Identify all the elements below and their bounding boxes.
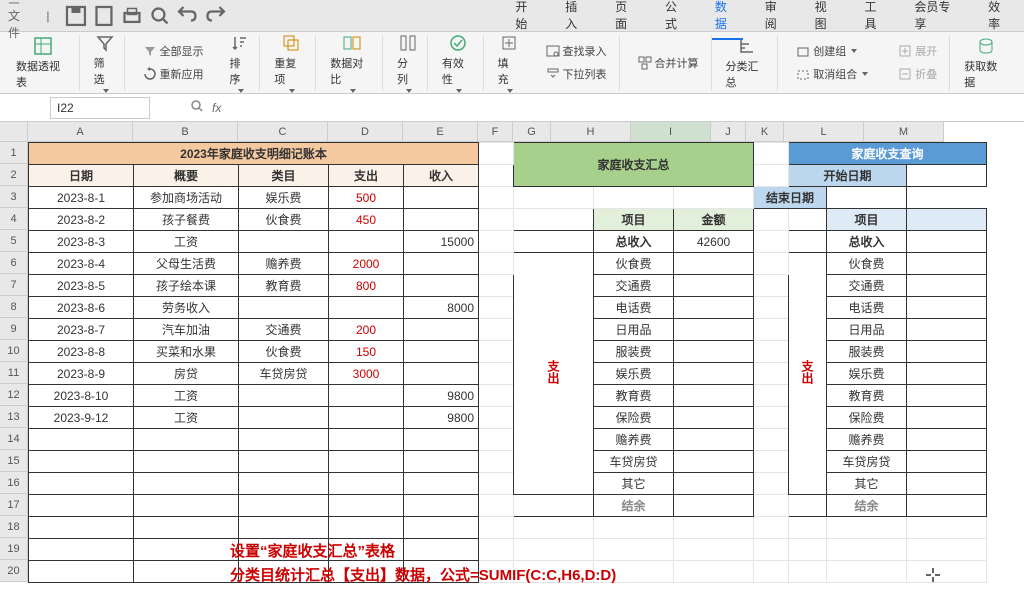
ribbon-consolidate[interactable]: 合并计算 [626,35,712,91]
name-box[interactable]: I22 [50,97,150,119]
row-header-14[interactable]: 14 [0,428,28,450]
ribbon-data-tools: 重复项 [266,35,316,91]
find-record-button[interactable]: 查找录入 [542,41,611,61]
ribbon-group-ops: 创建组 取消组合 [784,35,880,91]
cursor-icon [925,567,941,586]
ribbon: 数据透视表 筛选 全部显示 重新应用 排序 重复项 数据对比 分列 有效性 填充… [0,32,1024,94]
col-header-K[interactable]: K [746,122,784,142]
ribbon-validity[interactable]: 有效性 [434,35,484,91]
select-all-corner[interactable] [0,122,28,142]
redo-icon[interactable] [203,4,227,28]
col-header-M[interactable]: M [864,122,944,142]
collapse-button[interactable]: 折叠 [894,64,941,84]
col-header-A[interactable]: A [28,122,133,142]
row-header-18[interactable]: 18 [0,516,28,538]
ribbon-subtotal[interactable]: 分类汇总 [718,35,779,91]
row-header-15[interactable]: 15 [0,450,28,472]
row-header-13[interactable]: 13 [0,406,28,428]
ribbon-compare[interactable]: 数据对比 [322,35,383,91]
ribbon-filter-opts: 全部显示 重新应用 [131,35,216,91]
preview-icon[interactable] [148,4,172,28]
file-menu[interactable]: 三 文件 [8,4,32,28]
row-header-7[interactable]: 7 [0,274,28,296]
ribbon-pivot[interactable]: 数据透视表 [8,35,80,91]
ribbon-split[interactable]: 分列 [389,35,428,91]
row-header-8[interactable]: 8 [0,296,28,318]
duplicate-button[interactable]: 重复项 [274,33,307,93]
ribbon-sort[interactable]: 排序 [222,35,261,91]
col-header-J[interactable]: J [711,122,746,142]
col-header-C[interactable]: C [238,122,328,142]
expand-button[interactable]: 展开 [894,41,941,61]
ungroup-button[interactable]: 取消组合 [792,64,872,84]
row-header-2[interactable]: 2 [0,164,28,186]
col-header-H[interactable]: H [551,122,631,142]
row-header-19[interactable]: 19 [0,538,28,560]
column-headers: ABCDEFGHIJKLM [28,122,944,142]
row-header-11[interactable]: 11 [0,362,28,384]
spreadsheet: ABCDEFGHIJKLM 12345678910111213141516171… [0,122,1024,608]
row-header-5[interactable]: 5 [0,230,28,252]
ribbon-fill[interactable]: 填充 [490,35,528,91]
ribbon-get-data[interactable]: 获取数据 [956,35,1016,91]
row-header-20[interactable]: 20 [0,560,28,582]
row-header-12[interactable]: 12 [0,384,28,406]
save-icon[interactable] [64,4,88,28]
row-header-6[interactable]: 6 [0,252,28,274]
search-icon[interactable] [190,99,204,116]
print-icon[interactable] [120,4,144,28]
row-header-9[interactable]: 9 [0,318,28,340]
col-header-I[interactable]: I [631,122,711,142]
fx-label[interactable]: fx [212,101,221,115]
row-header-17[interactable]: 17 [0,494,28,516]
col-header-D[interactable]: D [328,122,403,142]
annotation-line2: 分类目统计汇总【支出】数据，公式=SUMIF(C:C,H6,D:D) [230,564,616,585]
dropdown-list-button[interactable]: 下拉列表 [542,64,611,84]
undo-icon[interactable] [176,4,200,28]
annotation-line1: 设置“家庭收支汇总”表格 [230,540,395,561]
show-all-button[interactable]: 全部显示 [139,41,208,61]
col-header-B[interactable]: B [133,122,238,142]
group-button[interactable]: 创建组 [792,41,872,61]
new-icon[interactable] [92,4,116,28]
col-header-F[interactable]: F [478,122,513,142]
row-header-16[interactable]: 16 [0,472,28,494]
filter-button[interactable]: 筛选 [94,33,116,93]
divider: | [36,4,60,28]
ribbon-expand-collapse: 展开 折叠 [886,35,950,91]
col-header-E[interactable]: E [403,122,478,142]
row-headers: 1234567891011121314151617181920 [0,142,28,582]
formula-bar: I22 fx [0,94,1024,122]
grid[interactable]: 2023年家庭收支明细记账本家庭收支汇总家庭收支查询日期概要类目支出收入开始日期… [28,142,987,583]
col-header-G[interactable]: G [513,122,551,142]
ribbon-record-group: 查找录入 下拉列表 [534,35,620,91]
formula-input[interactable] [229,97,929,119]
ribbon-filter-group: 筛选 [86,35,125,91]
row-header-3[interactable]: 3 [0,186,28,208]
reapply-button[interactable]: 重新应用 [139,64,208,84]
row-header-4[interactable]: 4 [0,208,28,230]
col-header-L[interactable]: L [784,122,864,142]
row-header-10[interactable]: 10 [0,340,28,362]
row-header-1[interactable]: 1 [0,142,28,164]
menubar: 三 文件 | 开始 插入 页面 公式 数据 审阅 视图 工具 会员专享 效率 [0,0,1024,32]
